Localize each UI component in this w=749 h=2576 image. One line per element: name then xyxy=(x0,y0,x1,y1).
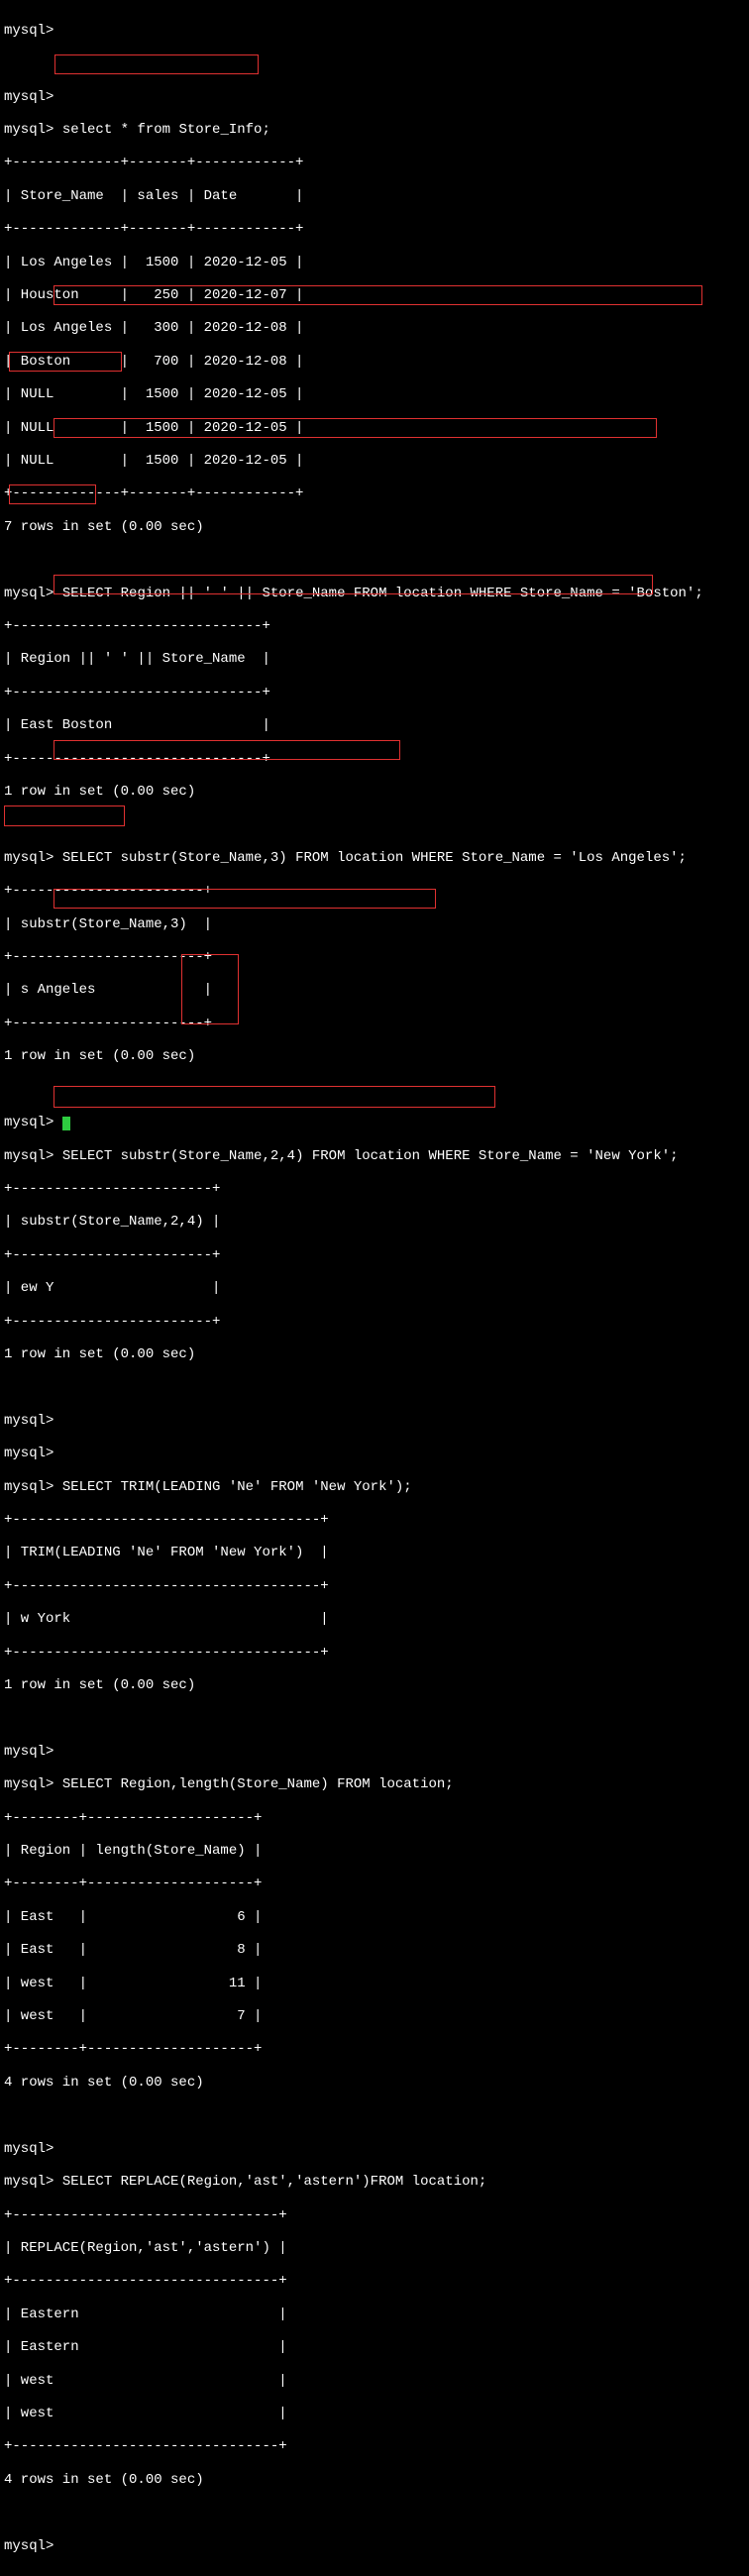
table-sep: +-------------------------------------+ xyxy=(4,1512,745,1529)
table-header: | substr(Store_Name,2,4) | xyxy=(4,1214,745,1231)
table-row: | Los Angeles | 1500 | 2020-12-05 | xyxy=(4,255,745,271)
table-header: | Region | length(Store_Name) | xyxy=(4,1843,745,1860)
sql-text: SELECT substr(Store_Name,3) FROM locatio… xyxy=(62,850,687,866)
blank xyxy=(4,1379,745,1396)
status-line: 1 row in set (0.00 sec) xyxy=(4,1346,745,1363)
sql-line-1[interactable]: mysql> select * from Store_Info; xyxy=(4,122,745,139)
table-header: | Store_Name | sales | Date | xyxy=(4,188,745,205)
sql-text: SELECT Region,length(Store_Name) FROM lo… xyxy=(62,1776,454,1792)
table-row: | East Boston | xyxy=(4,717,745,734)
sql-line-5[interactable]: mysql> SELECT TRIM(LEADING 'Ne' FROM 'Ne… xyxy=(4,1479,745,1496)
sql-text: select * from Store_Info; xyxy=(62,122,270,138)
status-line: 1 row in set (0.00 sec) xyxy=(4,784,745,801)
table-row: | west | xyxy=(4,2406,745,2422)
blank xyxy=(4,55,745,72)
sql-text: SELECT substr(Store_Name,2,4) FROM locat… xyxy=(62,1148,679,1164)
sql-line-4[interactable]: mysql> SELECT substr(Store_Name,2,4) FRO… xyxy=(4,1148,745,1165)
prompt-line[interactable]: mysql> xyxy=(4,2538,745,2555)
table-sep: +-------------+-------+------------+ xyxy=(4,485,745,502)
cursor-icon xyxy=(62,1117,70,1130)
table-row: | NULL | 1500 | 2020-12-05 | xyxy=(4,420,745,437)
table-sep: +-----------------------+ xyxy=(4,949,745,966)
prompt-cursor[interactable]: mysql> xyxy=(4,1115,745,1131)
table-sep: +------------------------+ xyxy=(4,1181,745,1198)
table-header: | REPLACE(Region,'ast','astern') | xyxy=(4,2240,745,2257)
table-sep: +-----------------------+ xyxy=(4,883,745,900)
table-row: | Boston | 700 | 2020-12-08 | xyxy=(4,354,745,371)
table-sep: +-------------------------------------+ xyxy=(4,1578,745,1595)
table-sep: +-----------------------+ xyxy=(4,1016,745,1032)
table-sep: +------------------------------+ xyxy=(4,618,745,635)
table-row: | west | 11 | xyxy=(4,1976,745,1992)
table-row: | west | 7 | xyxy=(4,2008,745,2025)
table-sep: +-------------+-------+------------+ xyxy=(4,155,745,171)
sql-line-2[interactable]: mysql> SELECT Region || ' ' || Store_Nam… xyxy=(4,586,745,602)
table-row: | Houston | 250 | 2020-12-07 | xyxy=(4,287,745,304)
table-header: | TRIM(LEADING 'Ne' FROM 'New York') | xyxy=(4,1545,745,1561)
table-sep: +------------------------+ xyxy=(4,1247,745,1264)
prompt-line[interactable]: mysql> xyxy=(4,89,745,106)
prompt-line[interactable]: mysql> xyxy=(4,1413,745,1430)
status-line: 7 rows in set (0.00 sec) xyxy=(4,519,745,536)
table-sep: +--------------------------------+ xyxy=(4,2273,745,2290)
table-row: | Los Angeles | 300 | 2020-12-08 | xyxy=(4,320,745,337)
sql-text: SELECT TRIM(LEADING 'Ne' FROM 'New York'… xyxy=(62,1479,412,1495)
table-row: | ew Y | xyxy=(4,1280,745,1297)
table-sep: +------------------------------+ xyxy=(4,751,745,768)
table-sep: +-------------------------------------+ xyxy=(4,1645,745,1662)
table-sep: +--------------------------------+ xyxy=(4,2207,745,2224)
table-sep: +--------+--------------------+ xyxy=(4,1876,745,1892)
terminal-output: mysql> mysql> mysql> select * from Store… xyxy=(0,0,749,2576)
status-line: 4 rows in set (0.00 sec) xyxy=(4,2075,745,2092)
table-row: | NULL | 1500 | 2020-12-05 | xyxy=(4,386,745,403)
sql-text: SELECT REPLACE(Region,'ast','astern')FRO… xyxy=(62,2174,486,2190)
status-line: 1 row in set (0.00 sec) xyxy=(4,1677,745,1694)
prompt-line[interactable]: mysql> xyxy=(4,2141,745,2158)
blank xyxy=(4,1082,745,1099)
blank xyxy=(4,2505,745,2522)
table-row: | Eastern | xyxy=(4,2307,745,2323)
table-row: | w York | xyxy=(4,1611,745,1628)
table-row: | East | 8 | xyxy=(4,1942,745,1959)
status-line: 1 row in set (0.00 sec) xyxy=(4,1048,745,1065)
table-sep: +-------------+-------+------------+ xyxy=(4,221,745,238)
prompt-line[interactable]: mysql> xyxy=(4,1744,745,1761)
table-sep: +--------+--------------------+ xyxy=(4,1810,745,1827)
table-row: | west | xyxy=(4,2373,745,2390)
table-row: | NULL | 1500 | 2020-12-05 | xyxy=(4,453,745,470)
sql-line-7[interactable]: mysql> SELECT REPLACE(Region,'ast','aste… xyxy=(4,2174,745,2191)
prompt-line[interactable]: mysql> xyxy=(4,23,745,40)
blank xyxy=(4,2107,745,2124)
prompt-line[interactable]: mysql> xyxy=(4,1446,745,1462)
sql-text: SELECT Region || ' ' || Store_Name FROM … xyxy=(62,586,703,601)
table-row: | East | 6 | xyxy=(4,1909,745,1926)
table-header: | substr(Store_Name,3) | xyxy=(4,916,745,933)
table-sep: +--------+--------------------+ xyxy=(4,2041,745,2058)
sql-line-3[interactable]: mysql> SELECT substr(Store_Name,3) FROM … xyxy=(4,850,745,867)
table-sep: +------------------------+ xyxy=(4,1314,745,1331)
table-header: | Region || ' ' || Store_Name | xyxy=(4,651,745,668)
status-line: 4 rows in set (0.00 sec) xyxy=(4,2472,745,2489)
table-row: | Eastern | xyxy=(4,2339,745,2356)
sql-line-6[interactable]: mysql> SELECT Region,length(Store_Name) … xyxy=(4,1776,745,1793)
table-sep: +------------------------------+ xyxy=(4,685,745,701)
blank xyxy=(4,552,745,569)
blank xyxy=(4,1710,745,1727)
table-row: | s Angeles | xyxy=(4,982,745,999)
table-sep: +--------------------------------+ xyxy=(4,2438,745,2455)
blank xyxy=(4,816,745,833)
